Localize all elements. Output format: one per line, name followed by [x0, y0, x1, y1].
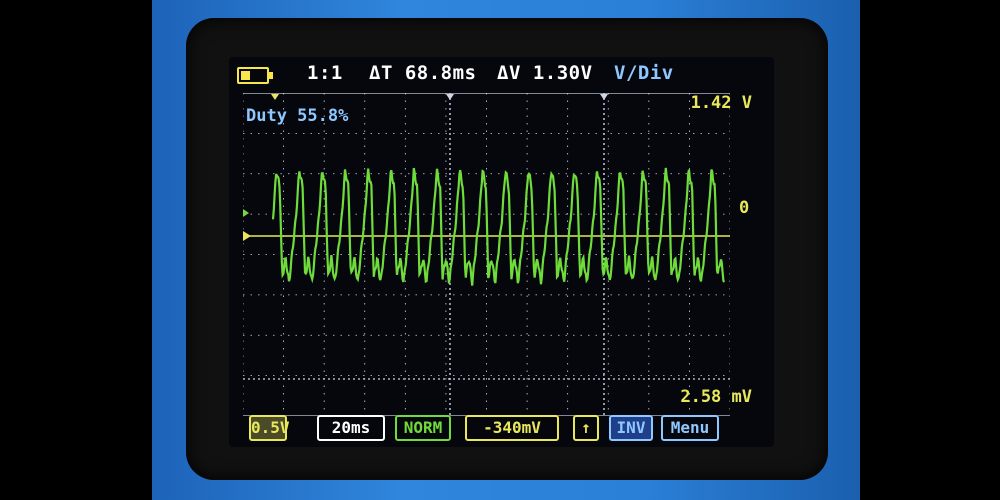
cursor-marker-top: [271, 94, 279, 100]
delta-voltage-readout: ΔV 1.30V: [497, 62, 593, 84]
bottom-control-bar: 0.5V 20ms NORM -340mV ↑ INV Menu: [229, 413, 774, 443]
battery-icon: [237, 67, 273, 84]
channel-marker: [243, 209, 249, 217]
menu-button[interactable]: Menu: [661, 415, 719, 441]
trigger-level-button[interactable]: -340mV: [465, 415, 559, 441]
time-div-button[interactable]: 20ms: [317, 415, 385, 441]
signal-trace: [271, 167, 726, 286]
invert-button[interactable]: INV: [609, 415, 653, 441]
photo-scene: 1:1 ΔT 68.8ms ΔV 1.30V V/Div Duty 55.8% …: [0, 0, 1000, 500]
status-bar: 1:1 ΔT 68.8ms ΔV 1.30V V/Div: [229, 57, 774, 91]
oscilloscope-screen: 1:1 ΔT 68.8ms ΔV 1.30V V/Div Duty 55.8% …: [229, 57, 774, 447]
max-voltage-readout: 1.42 V: [690, 93, 752, 113]
trigger-edge-button[interactable]: ↑: [573, 415, 599, 441]
zero-level-label: 0: [739, 198, 750, 218]
graticule: [243, 93, 730, 416]
time-cursor-b: [600, 94, 608, 100]
trigger-arrow-icon: ↑: [581, 418, 591, 437]
time-cursor-a: [446, 94, 454, 100]
duty-cycle-readout: Duty 55.8%: [246, 106, 349, 126]
waveform-plot: [243, 93, 730, 416]
probe-ratio: 1:1: [307, 62, 343, 84]
volts-div-button[interactable]: 0.5V: [249, 415, 290, 441]
min-voltage-readout: 2.58 mV: [680, 387, 752, 407]
trigger-marker: [243, 231, 251, 241]
trigger-mode-button[interactable]: NORM: [395, 415, 451, 441]
vdiv-mode: V/Div: [614, 62, 674, 84]
delta-time-readout: ΔT 68.8ms: [369, 62, 477, 84]
